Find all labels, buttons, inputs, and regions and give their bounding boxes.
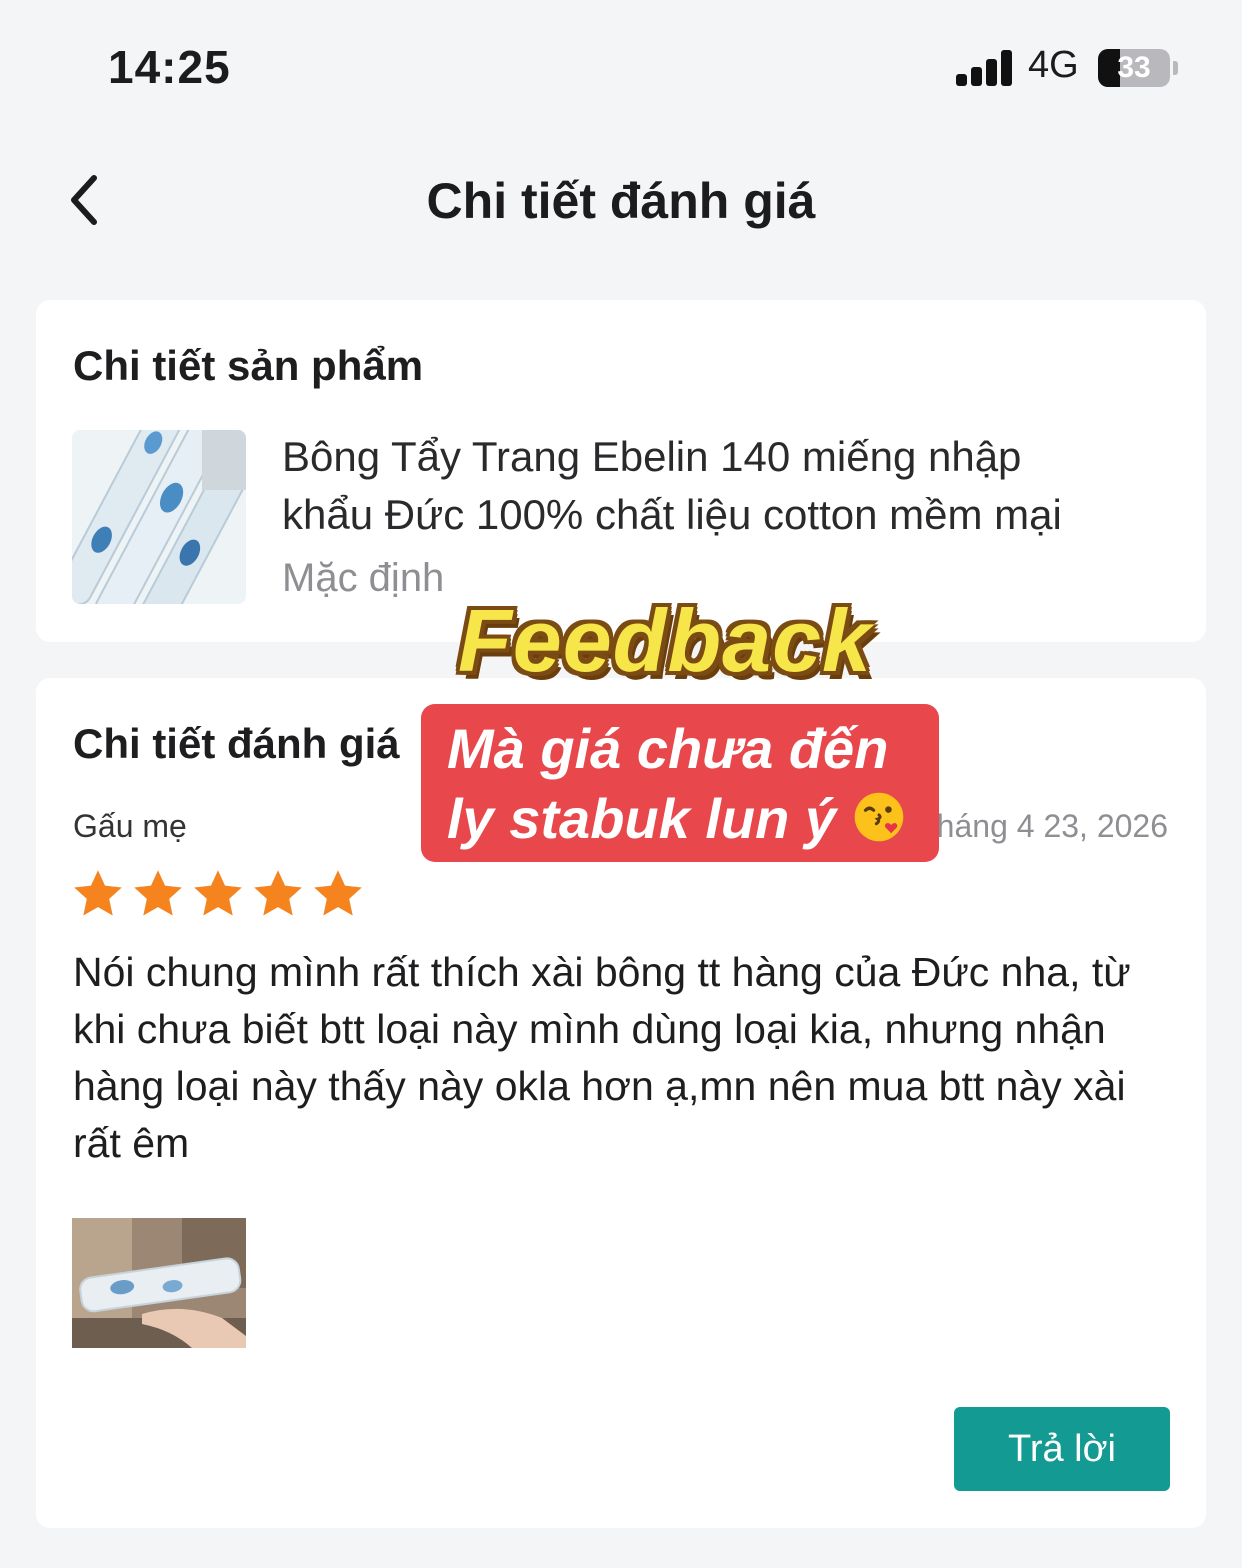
review-text: Nói chung mình rất thích xài bông tt hàn… [73, 949, 1131, 1166]
product-section-heading: Chi tiết sản phẩm [73, 342, 424, 389]
review-date: Tháng 4 23, 2026 [917, 808, 1168, 844]
status-time: 14:25 [108, 41, 231, 93]
star-icon [134, 870, 182, 916]
caption-line-1: Mà giá chưa đến [447, 717, 889, 780]
product-variant: Mặc định [282, 556, 445, 600]
star-icon [74, 870, 122, 916]
product-name-line1: Bông Tẩy Trang Ebelin 140 miếng nhập [282, 433, 1022, 480]
nav-bar: Chi tiết đánh giá [0, 150, 1242, 250]
caption-line-2: ly stabuk lun ý [447, 784, 919, 854]
battery-icon: 33 [1098, 49, 1170, 87]
star-rating [70, 866, 366, 926]
page-title: Chi tiết đánh giá [426, 173, 816, 229]
kissing-face-emoji-icon [854, 792, 903, 842]
signal-icon [956, 50, 1014, 86]
status-bar: 14:25 4G 33 [0, 0, 1242, 130]
product-image[interactable] [72, 430, 246, 604]
review-section-heading: Chi tiết đánh giá [73, 720, 400, 767]
battery-level: 33 [1117, 51, 1151, 84]
star-icon [314, 870, 362, 916]
feedback-sticker: Feedback [458, 591, 872, 690]
caption-line-2-text: ly stabuk lun ý [447, 787, 836, 850]
review-photo[interactable] [72, 1218, 246, 1348]
battery-tip [1173, 61, 1178, 75]
star-icon [254, 870, 302, 916]
network-label: 4G [1028, 44, 1079, 86]
caption-sticker: Mà giá chưa đến ly stabuk lun ý [421, 704, 939, 862]
reviewer-name: Gấu mẹ [73, 808, 187, 844]
product-name-line2: khẩu Đức 100% chất liệu cotton mềm mại [282, 491, 1062, 538]
star-icon [194, 870, 242, 916]
reply-button[interactable]: Trả lời [954, 1407, 1170, 1491]
product-name[interactable]: Bông Tẩy Trang Ebelin 140 miếng nhập khẩ… [282, 428, 1172, 544]
